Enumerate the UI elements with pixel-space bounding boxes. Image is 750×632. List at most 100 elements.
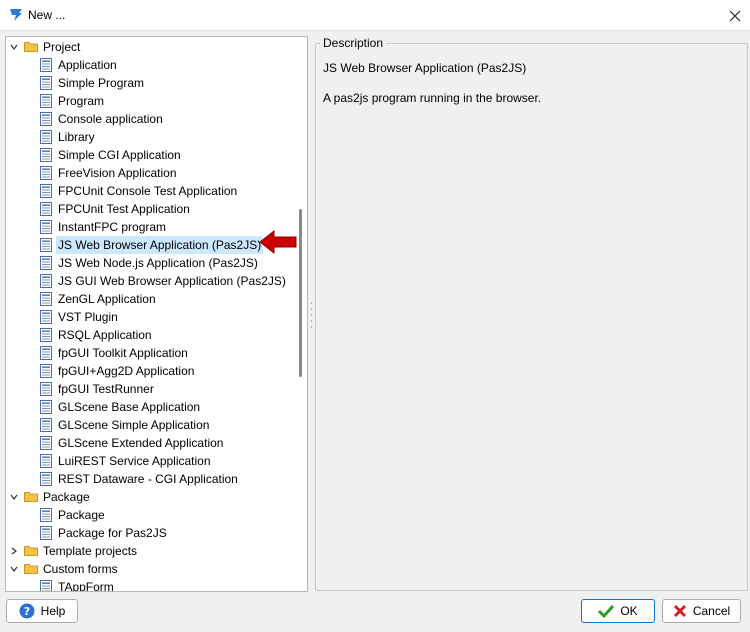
tree-item-row[interactable]: Package <box>6 506 296 524</box>
tree-item-row[interactable]: TAppForm <box>6 578 296 592</box>
tree-item-row[interactable]: Program <box>6 92 296 110</box>
form-file-icon <box>40 472 52 486</box>
form-file-icon <box>40 418 52 432</box>
description-group <box>315 43 748 591</box>
form-file-icon <box>40 274 52 288</box>
form-file-icon <box>40 184 52 198</box>
form-file-icon <box>40 94 52 108</box>
tree-item-label: JS GUI Web Browser Application (Pas2JS) <box>58 274 286 288</box>
tree-item-label: JS Web Browser Application (Pas2JS) <box>56 236 264 254</box>
ok-label: OK <box>620 604 638 618</box>
tree-item-label: REST Dataware - CGI Application <box>58 472 238 486</box>
tree-item-row[interactable]: FreeVision Application <box>6 164 296 182</box>
tree-item-label: RSQL Application <box>58 328 152 342</box>
chevron-right-icon[interactable] <box>10 547 18 555</box>
tree-item-label: Simple CGI Application <box>58 148 181 162</box>
tree-item-row[interactable]: GLScene Base Application <box>6 398 296 416</box>
form-file-icon <box>40 526 52 540</box>
tree-item-row[interactable]: JS Web Node.js Application (Pas2JS) <box>6 254 296 272</box>
form-file-icon <box>40 328 52 342</box>
chevron-down-icon[interactable] <box>10 493 18 501</box>
tree-item-label: fpGUI TestRunner <box>58 382 154 396</box>
tree-item-label: Template projects <box>43 544 138 558</box>
tree-item-label: VST Plugin <box>58 310 118 324</box>
tree-item-row[interactable]: GLScene Extended Application <box>6 434 296 452</box>
tree-item-row[interactable]: LuiREST Service Application <box>6 452 296 470</box>
tree-folder-row[interactable]: Template projects <box>6 542 296 560</box>
cancel-button[interactable]: Cancel <box>662 599 741 623</box>
tree-item-row[interactable]: Simple Program <box>6 74 296 92</box>
form-file-icon <box>40 148 52 162</box>
tree-item-row[interactable]: GLScene Simple Application <box>6 416 296 434</box>
help-label: Help <box>40 604 66 618</box>
help-icon: ? <box>19 603 35 619</box>
tree-item-row[interactable]: REST Dataware - CGI Application <box>6 470 296 488</box>
form-file-icon <box>40 130 52 144</box>
tree-item-label: Console application <box>58 112 163 126</box>
description-legend: Description <box>320 36 387 50</box>
form-file-icon <box>40 292 52 306</box>
tree-item-row[interactable]: Simple CGI Application <box>6 146 296 164</box>
tree-item-row[interactable]: fpGUI TestRunner <box>6 380 296 398</box>
form-file-icon <box>40 310 52 324</box>
tree-item-row[interactable]: Package for Pas2JS <box>6 524 296 542</box>
tree-item-row[interactable]: fpGUI Toolkit Application <box>6 344 296 362</box>
form-file-icon <box>40 256 52 270</box>
chevron-down-icon[interactable] <box>10 43 18 51</box>
window-title: New ... <box>28 8 66 22</box>
chevron-down-icon[interactable] <box>10 565 18 573</box>
tree-item-row[interactable]: FPCUnit Test Application <box>6 200 296 218</box>
tree-item-row[interactable]: Library <box>6 128 296 146</box>
form-file-icon <box>40 382 52 396</box>
tree-item-label: GLScene Simple Application <box>58 418 210 432</box>
tree-item-row[interactable]: RSQL Application <box>6 326 296 344</box>
tree-item-label: GLScene Base Application <box>58 400 201 414</box>
help-button[interactable]: ? Help <box>6 599 78 623</box>
tree-item-row[interactable]: JS Web Browser Application (Pas2JS) <box>6 236 296 254</box>
tree-item-label: Package <box>43 490 90 504</box>
tree-item-label: Project <box>43 40 81 54</box>
tree-item-label: FPCUnit Test Application <box>58 202 190 216</box>
tree-item-label: Program <box>58 94 105 108</box>
tree-item-row[interactable]: fpGUI+Agg2D Application <box>6 362 296 380</box>
title-bar: New ... <box>0 0 750 31</box>
folder-icon <box>24 492 38 502</box>
tree-item-row[interactable]: VST Plugin <box>6 308 296 326</box>
template-tree[interactable]: Project Application Simple Program Program C… <box>5 36 308 592</box>
lazarus-icon <box>10 9 22 21</box>
form-file-icon <box>40 58 52 72</box>
form-file-icon <box>40 202 52 216</box>
ok-button[interactable]: OK <box>581 599 655 623</box>
splitter-grip[interactable] <box>310 300 313 330</box>
tree-item-row[interactable]: InstantFPC program <box>6 218 296 236</box>
description-title: JS Web Browser Application (Pas2JS) <box>323 61 527 75</box>
tree-item-label: JS Web Node.js Application (Pas2JS) <box>58 256 258 270</box>
tree-scrollbar-thumb[interactable] <box>299 209 302 377</box>
form-file-icon <box>40 454 52 468</box>
folder-icon <box>24 564 38 574</box>
tree-item-row[interactable]: FPCUnit Console Test Application <box>6 182 296 200</box>
tree-item-row[interactable]: JS GUI Web Browser Application (Pas2JS) <box>6 272 296 290</box>
tree-folder-row[interactable]: Package <box>6 488 296 506</box>
form-file-icon <box>40 580 52 591</box>
tree-item-row[interactable]: Application <box>6 56 296 74</box>
form-file-icon <box>40 112 52 126</box>
tree-item-label: Library <box>58 130 95 144</box>
tree-item-label: TAppForm <box>58 580 114 592</box>
tree-item-label: ZenGL Application <box>58 292 156 306</box>
tree-item-label: InstantFPC program <box>58 220 167 234</box>
form-file-icon <box>40 166 52 180</box>
form-file-icon <box>40 346 52 360</box>
form-file-icon <box>40 400 52 414</box>
tree-item-label: fpGUI Toolkit Application <box>58 346 188 360</box>
check-icon <box>598 604 615 618</box>
tree-folder-row[interactable]: Project <box>6 38 296 56</box>
tree-item-row[interactable]: ZenGL Application <box>6 290 296 308</box>
tree-folder-row[interactable]: Custom forms <box>6 560 296 578</box>
folder-icon <box>24 42 38 52</box>
tree-item-label: Package for Pas2JS <box>58 526 167 540</box>
close-button[interactable] <box>720 0 750 31</box>
tree-item-row[interactable]: Console application <box>6 110 296 128</box>
tree-item-label: fpGUI+Agg2D Application <box>58 364 195 378</box>
cancel-label: Cancel <box>692 604 731 618</box>
